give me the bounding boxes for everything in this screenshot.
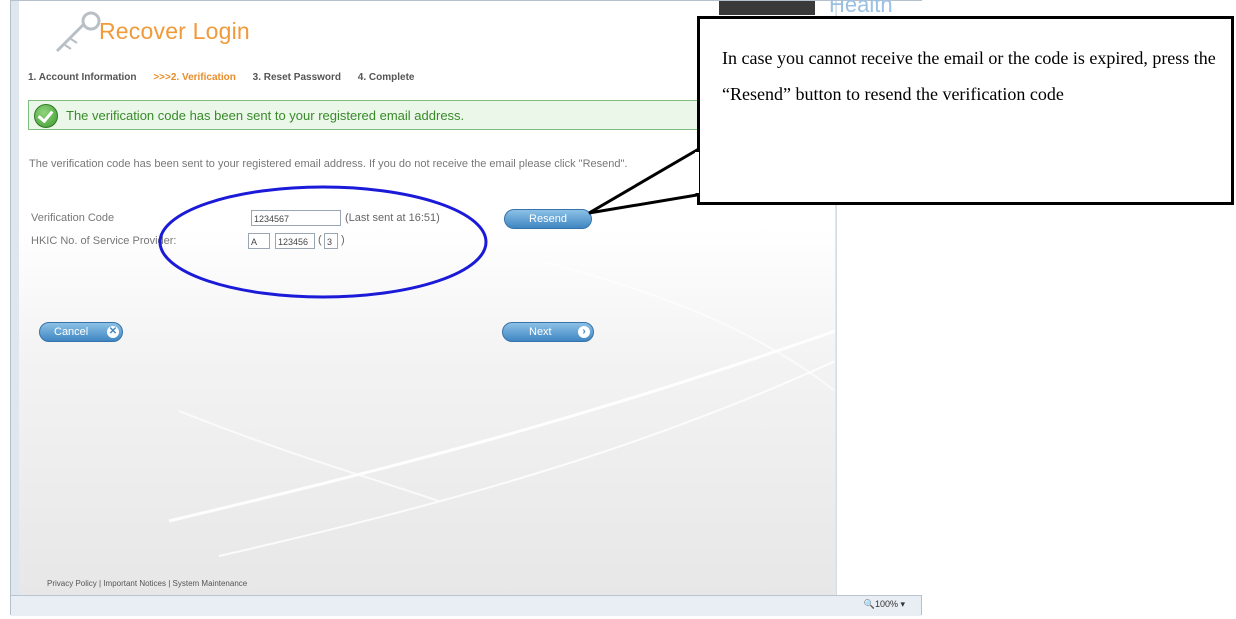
next-button-label: Next	[529, 326, 552, 338]
callout-text: In case you cannot receive the email or …	[722, 48, 1216, 104]
hkic-label: HKIC No. of Service Provider:	[31, 235, 177, 247]
browser-status-bar: 🔍100% ▾	[11, 595, 921, 616]
cancel-button[interactable]: Cancel ✕	[39, 322, 123, 342]
hkic-check-digit-input[interactable]: 3	[324, 233, 338, 249]
hkic-prefix-input[interactable]: A	[248, 233, 270, 249]
arrow-right-icon: ›	[578, 326, 590, 338]
verification-code-input[interactable]: 1234567	[251, 210, 341, 226]
close-icon: ✕	[107, 326, 119, 338]
success-message: The verification code has been sent to y…	[66, 108, 465, 123]
step-account-information: 1. Account Information	[28, 72, 137, 83]
step-reset-password: 3. Reset Password	[252, 72, 342, 83]
step-verification: >>>2. Verification	[153, 72, 236, 83]
hkic-paren-close: )	[341, 234, 345, 246]
check-circle-icon	[34, 104, 58, 128]
last-sent-text: (Last sent at 16:51)	[345, 212, 440, 224]
page-title: Recover Login	[99, 18, 250, 44]
header-image	[719, 1, 815, 15]
instruction-text: The verification code has been sent to y…	[29, 158, 628, 170]
resend-button[interactable]: Resend	[504, 209, 592, 229]
progress-steps: 1. Account Information >>>2. Verificatio…	[28, 72, 428, 83]
hkic-number-input[interactable]: 123456	[275, 233, 315, 249]
next-button[interactable]: Next ›	[502, 322, 594, 342]
zoom-level[interactable]: 🔍100% ▾	[864, 599, 905, 610]
step-complete: 4. Complete	[357, 72, 415, 83]
verification-code-label: Verification Code	[31, 212, 115, 224]
footer-links[interactable]: Privacy Policy | Important Notices | Sys…	[47, 579, 247, 588]
cancel-button-label: Cancel	[54, 326, 89, 338]
annotation-callout: In case you cannot receive the email or …	[697, 16, 1234, 205]
hkic-paren-open: (	[318, 234, 322, 246]
